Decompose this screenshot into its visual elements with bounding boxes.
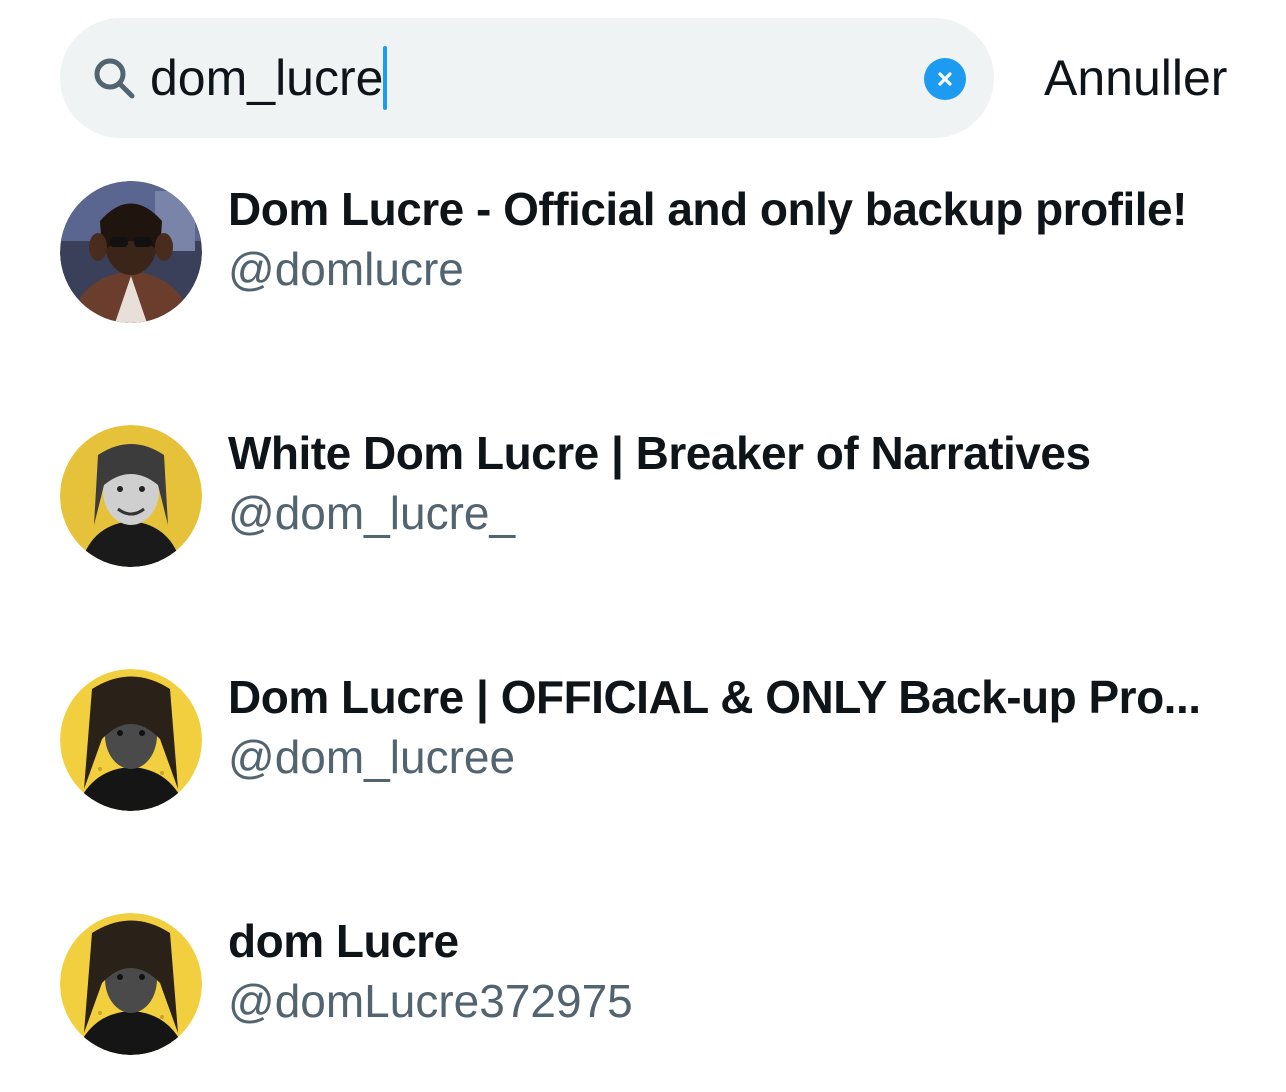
avatar bbox=[60, 181, 202, 323]
avatar bbox=[60, 913, 202, 1055]
result-handle: @dom_lucree bbox=[228, 731, 516, 783]
cancel-button[interactable]: Annuller bbox=[1044, 46, 1227, 110]
result-item-domlucre372975[interactable]: dom Lucre @domLucre372975 bbox=[0, 892, 1286, 1092]
result-item-domlucre[interactable]: Dom Lucre - Official and only backup pro… bbox=[0, 160, 1286, 360]
avatar bbox=[60, 425, 202, 567]
result-handle: @domLucre372975 bbox=[228, 975, 633, 1027]
search-input[interactable]: dom_lucre bbox=[150, 46, 388, 110]
search-header: dom_lucre Annuller bbox=[0, 0, 1286, 160]
result-handle: @domlucre bbox=[228, 243, 464, 295]
avatar bbox=[60, 669, 202, 811]
search-query: dom_lucre bbox=[150, 50, 384, 106]
result-display-name: Dom Lucre | OFFICIAL & ONLY Back-up Pro.… bbox=[228, 671, 1201, 723]
result-handle: @dom_lucre_ bbox=[228, 487, 516, 539]
result-display-name: Dom Lucre - Official and only backup pro… bbox=[228, 183, 1187, 235]
result-display-name: White Dom Lucre | Breaker of Narratives bbox=[228, 427, 1091, 479]
result-display-name: dom Lucre bbox=[228, 915, 459, 967]
clear-search-button[interactable] bbox=[924, 58, 966, 100]
search-icon bbox=[94, 58, 135, 99]
result-item-dom-lucree[interactable]: Dom Lucre | OFFICIAL & ONLY Back-up Pro.… bbox=[0, 648, 1286, 848]
text-caret bbox=[383, 46, 388, 110]
close-icon bbox=[938, 72, 952, 86]
result-item-dom-lucre-underscore[interactable]: White Dom Lucre | Breaker of Narratives … bbox=[0, 404, 1286, 604]
